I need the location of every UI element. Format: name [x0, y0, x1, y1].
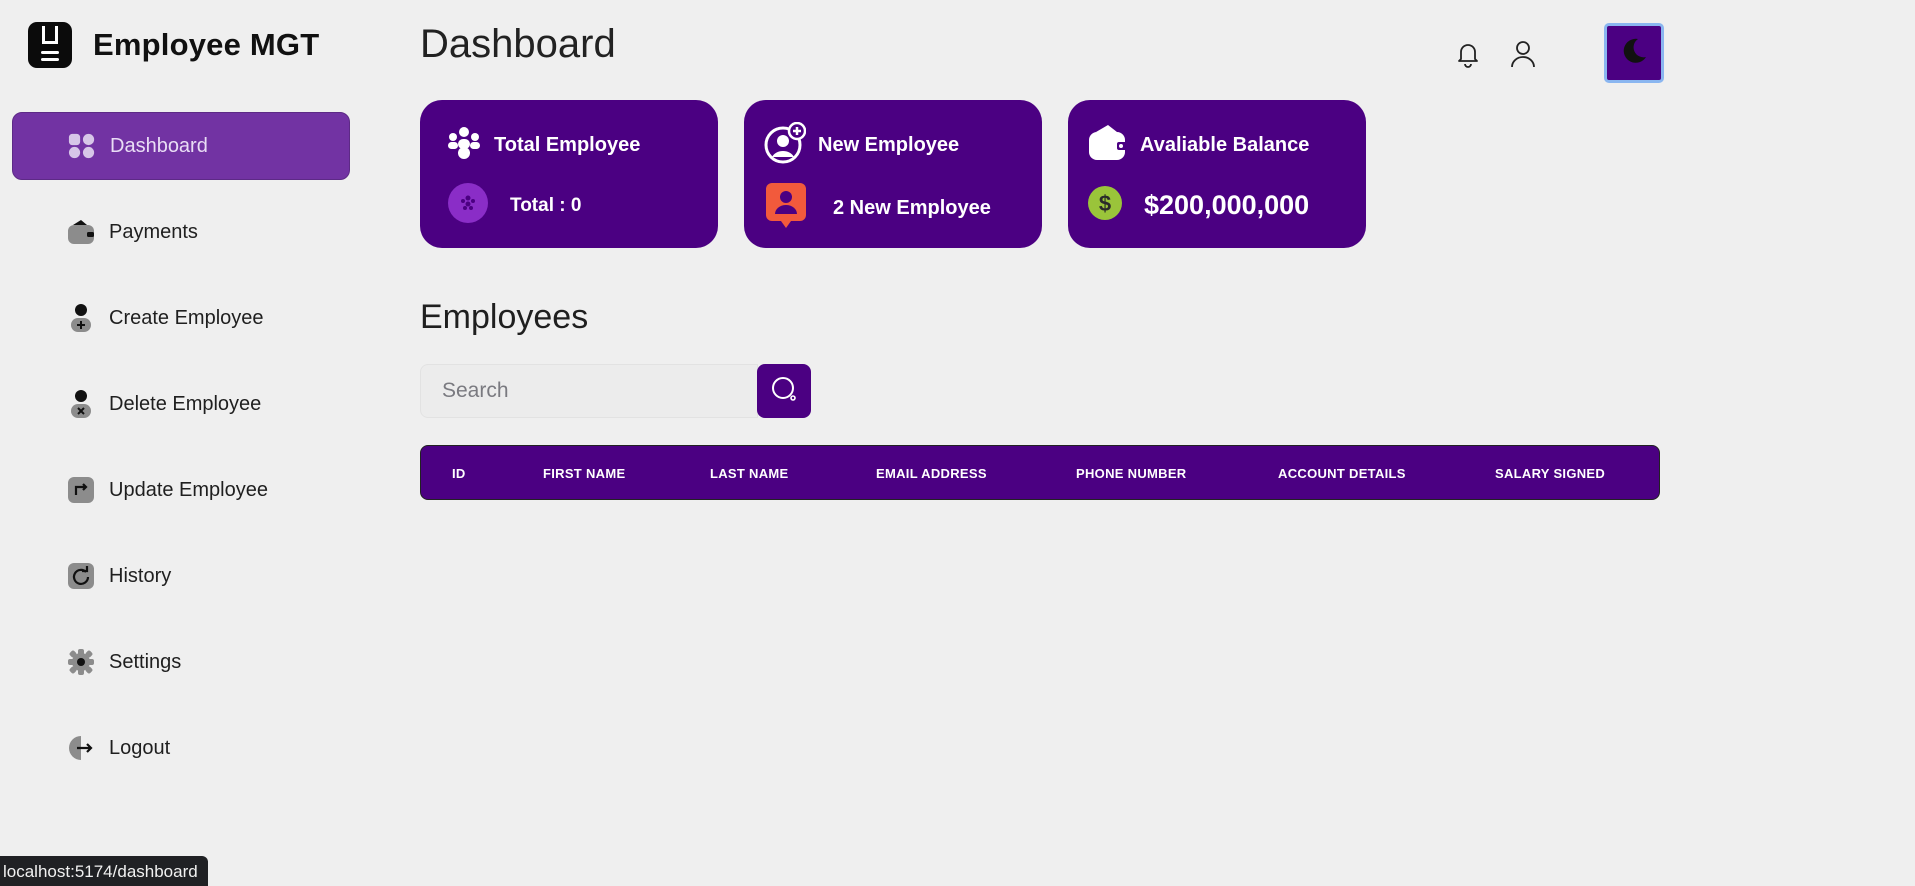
total-badge-icon [448, 183, 488, 228]
column-header-phone[interactable]: PHONE NUMBER [1076, 466, 1187, 481]
sidebar-item-label: Logout [109, 736, 171, 759]
brand: Employee MGT [28, 22, 319, 68]
new-employee-badge-icon [766, 183, 806, 234]
sidebar-item-label: Settings [109, 650, 182, 673]
bell-icon[interactable] [1455, 40, 1481, 73]
search-icon [770, 375, 798, 408]
sidebar-nav: Dashboard Payments Create Employee Delet… [12, 112, 350, 800]
column-header-email[interactable]: EMAIL ADDRESS [876, 466, 987, 481]
column-header-id[interactable]: ID [452, 466, 466, 481]
sidebar-item-settings[interactable]: Settings [12, 628, 350, 696]
status-url: localhost:5174/dashboard [0, 856, 208, 886]
card-title: New Employee [818, 134, 960, 156]
search-bar [420, 364, 811, 418]
column-header-last-name[interactable]: LAST NAME [710, 466, 789, 481]
logout-icon [67, 734, 95, 762]
sidebar-item-payments[interactable]: Payments [12, 198, 350, 266]
sidebar-item-label: Dashboard [110, 134, 208, 157]
users-icon [446, 126, 482, 165]
wallet-icon [1088, 124, 1128, 167]
dashboard-icon [68, 132, 96, 160]
sidebar-item-history[interactable]: History [12, 542, 350, 610]
dollar-icon: $ [1088, 186, 1122, 225]
card-title: Avaliable Balance [1140, 134, 1310, 156]
sidebar-item-update-employee[interactable]: Update Employee [12, 456, 350, 524]
employees-title: Employees [420, 298, 589, 336]
card-title: Total Employee [494, 134, 641, 156]
theme-toggle-button[interactable] [1604, 23, 1664, 83]
total-employee-value: Total : 0 [510, 194, 582, 216]
sidebar-item-dashboard[interactable]: Dashboard [12, 112, 350, 180]
moon-icon [1619, 36, 1649, 71]
svg-text:$: $ [1099, 191, 1111, 216]
wallet-icon [67, 218, 95, 246]
brand-title: Employee MGT [93, 27, 320, 62]
new-employee-value: 2 New Employee [833, 197, 991, 219]
sidebar-item-label: Delete Employee [109, 392, 262, 415]
available-balance-value: $200,000,000 [1144, 190, 1310, 220]
sidebar-item-label: Payments [109, 220, 198, 243]
sidebar-item-label: Update Employee [109, 478, 268, 501]
user-remove-icon [67, 390, 95, 418]
user-icon[interactable] [1510, 40, 1536, 73]
sidebar-item-create-employee[interactable]: Create Employee [12, 284, 350, 352]
sidebar-item-label: Create Employee [109, 306, 264, 329]
total-employee-card: Total Employee Total : 0 [420, 100, 718, 248]
history-icon [67, 562, 95, 590]
user-add-icon [67, 304, 95, 332]
available-balance-card: Avaliable Balance $ $200,000,000 [1068, 100, 1366, 248]
search-button[interactable] [757, 364, 811, 418]
new-employee-card: New Employee 2 New Employee [744, 100, 1042, 248]
column-header-salary-signed[interactable]: SALARY SIGNED [1495, 466, 1605, 481]
column-header-account-details[interactable]: ACCOUNT DETAILS [1278, 466, 1406, 481]
settings-icon [67, 648, 95, 676]
book-logo-icon [28, 22, 72, 68]
employees-table-header: ID FIRST NAME LAST NAME EMAIL ADDRESS PH… [420, 445, 1660, 500]
page-title: Dashboard [420, 22, 616, 66]
sidebar-item-logout[interactable]: Logout [12, 714, 350, 782]
user-plus-icon [764, 121, 807, 169]
sidebar-item-label: History [109, 564, 172, 587]
update-icon [67, 476, 95, 504]
sidebar-item-delete-employee[interactable]: Delete Employee [12, 370, 350, 438]
column-header-first-name[interactable]: FIRST NAME [543, 466, 625, 481]
search-input[interactable] [420, 364, 758, 418]
